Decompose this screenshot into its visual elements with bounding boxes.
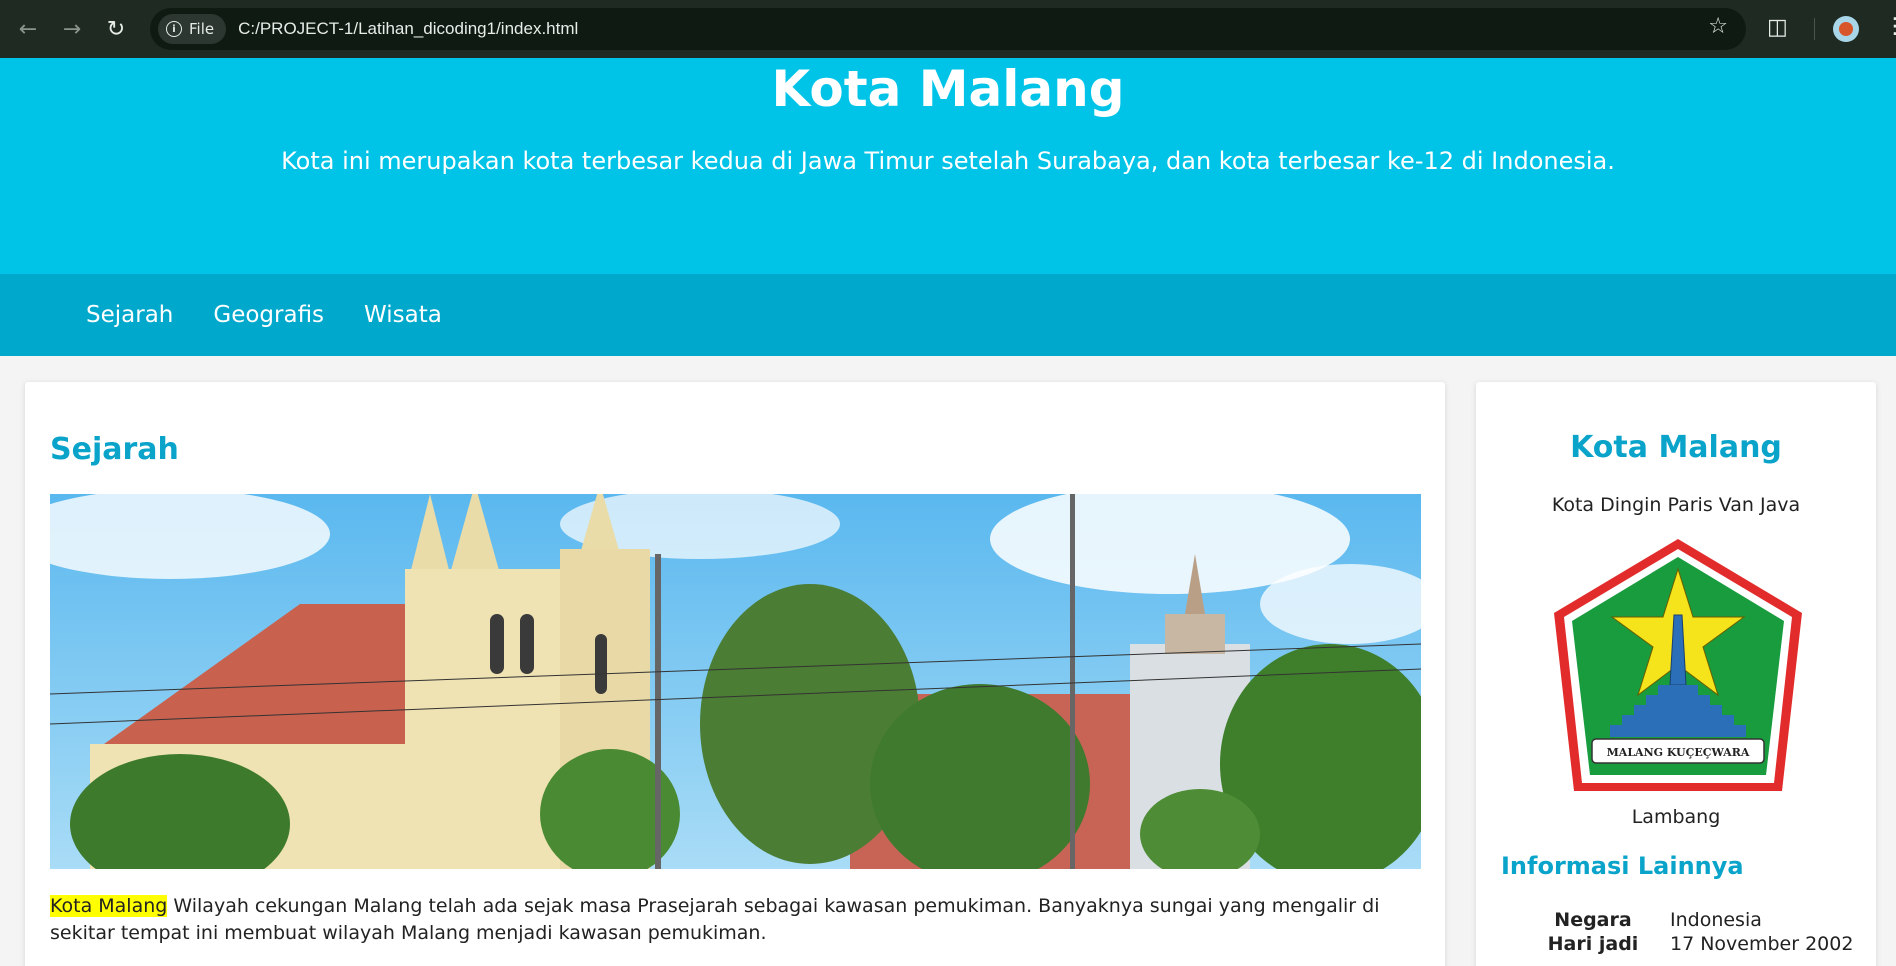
reload-icon[interactable]: ↻ xyxy=(94,7,138,51)
url-text[interactable]: C:/PROJECT-1/Latihan_dicoding1/index.htm… xyxy=(238,19,578,39)
info-icon: i xyxy=(166,21,182,37)
city-emblem: MALANG KUÇEÇWARA xyxy=(1550,535,1806,795)
sidebar-title: Kota Malang xyxy=(1570,430,1782,465)
extensions-puzzle-icon[interactable]: ◫ xyxy=(1767,15,1788,40)
info-key: Hari jadi xyxy=(1547,933,1639,955)
info-value: 17 November 2002 xyxy=(1670,933,1854,955)
article-card: Sejarah Kota Malang Wilayah cekungan Mal… xyxy=(25,382,1445,966)
address-bar[interactable]: i File C:/PROJECT-1/Latihan_dicoding1/in… xyxy=(150,8,1746,50)
sidebar-tagline: Kota Dingin Paris Van Java xyxy=(1551,494,1801,516)
svg-text:MALANG KUÇEÇWARA: MALANG KUÇEÇWARA xyxy=(1607,746,1750,759)
article-text: Wilayah cekungan Malang telah ada sejak … xyxy=(50,895,1380,944)
bookmark-star-icon[interactable]: ☆ xyxy=(1708,14,1728,39)
nav-link-wisata[interactable]: Wisata xyxy=(364,302,442,328)
highlighted-term: Kota Malang xyxy=(50,895,168,917)
site-info-chip[interactable]: i File xyxy=(158,14,227,44)
avatar-image xyxy=(1839,22,1853,36)
toolbar-divider xyxy=(1814,18,1815,40)
church-photo xyxy=(50,494,1421,869)
info-key: Negara xyxy=(1554,909,1632,931)
browser-toolbar: ← → ↻ i File C:/PROJECT-1/Latihan_dicodi… xyxy=(0,0,1896,58)
info-section-title: Informasi Lainnya xyxy=(1501,852,1744,880)
back-arrow-icon[interactable]: ← xyxy=(6,7,50,51)
profile-avatar[interactable] xyxy=(1833,16,1859,42)
emblem-caption: Lambang xyxy=(1631,806,1721,828)
menu-kebab-icon[interactable]: ⋮ xyxy=(1884,14,1896,39)
main-navigation: Sejarah Geografis Wisata xyxy=(0,274,1896,356)
article-paragraph: Kota Malang Wilayah cekungan Malang tela… xyxy=(50,893,1421,947)
page-title: Kota Malang xyxy=(771,60,1125,118)
nav-link-sejarah[interactable]: Sejarah xyxy=(86,302,173,328)
forward-arrow-icon[interactable]: → xyxy=(50,7,94,51)
profile-sidebar: Kota Malang Kota Dingin Paris Van Java M… xyxy=(1476,382,1876,966)
table-row: Hari jadi 17 November 2002 xyxy=(1516,932,1854,956)
table-row: Negara Indonesia xyxy=(1516,908,1853,932)
page-subtitle: Kota ini merupakan kota terbesar kedua d… xyxy=(281,147,1615,175)
nav-link-geografis[interactable]: Geografis xyxy=(213,302,324,328)
section-title: Sejarah xyxy=(50,432,179,467)
page-header: Kota Malang Kota ini merupakan kota terb… xyxy=(0,58,1896,274)
info-table: Negara Indonesia Hari jadi 17 November 2… xyxy=(1516,908,1854,956)
site-info-label: File xyxy=(189,20,215,38)
info-value: Indonesia xyxy=(1670,909,1762,931)
